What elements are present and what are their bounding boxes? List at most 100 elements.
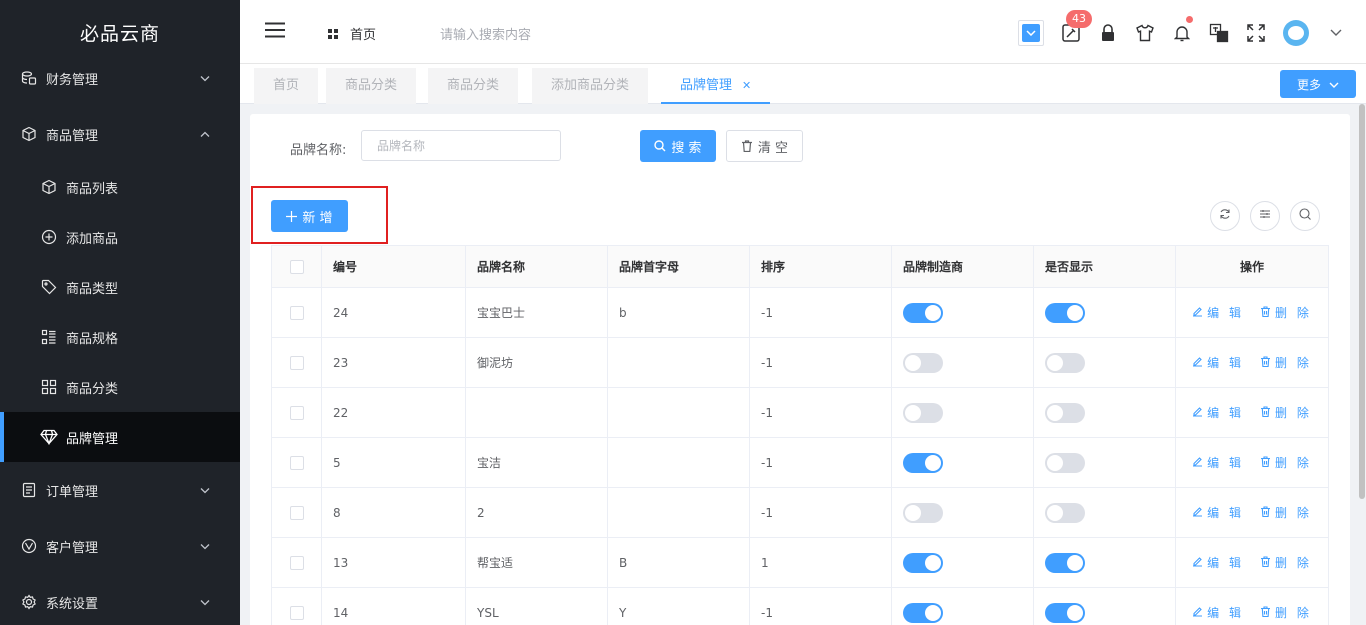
manufacturer-toggle[interactable] bbox=[903, 502, 943, 523]
tab-brand-management[interactable]: 品牌管理 ✕ bbox=[661, 68, 771, 104]
chevron-down-icon[interactable] bbox=[1326, 23, 1346, 43]
sidebar-item-label: 财务管理 bbox=[46, 72, 99, 88]
column-settings-button[interactable] bbox=[1250, 201, 1280, 231]
tools-icon[interactable]: 43 bbox=[1061, 10, 1092, 43]
manufacturer-toggle[interactable] bbox=[903, 602, 943, 623]
row-checkbox[interactable] bbox=[289, 505, 304, 520]
sidebar-item-orders[interactable]: 订单管理 bbox=[0, 462, 240, 518]
row-checkbox[interactable] bbox=[289, 455, 304, 470]
table-row: 24 宝宝巴士 b -1 编 辑 删 除 bbox=[271, 287, 1329, 338]
trash-icon bbox=[1260, 305, 1275, 320]
show-toggle[interactable] bbox=[1045, 552, 1085, 573]
close-icon[interactable]: ✕ bbox=[742, 79, 751, 92]
tab-home[interactable]: 首页 bbox=[254, 68, 319, 104]
select-all-checkbox[interactable] bbox=[289, 259, 304, 274]
sidebar-item-customers[interactable]: 客户管理 bbox=[0, 518, 240, 574]
search-button[interactable]: 搜 索 bbox=[640, 130, 716, 162]
row-checkbox[interactable] bbox=[289, 555, 304, 570]
cell-id: 14 bbox=[321, 587, 466, 625]
edit-button[interactable]: 编 辑 bbox=[1192, 354, 1244, 371]
tab-add-product-category[interactable]: 添加商品分类 bbox=[532, 68, 649, 104]
trash-icon bbox=[1260, 455, 1275, 470]
tabs-bar: 首页 商品分类 商品分类 添加商品分类 品牌管理 ✕ 更多 bbox=[240, 64, 1366, 104]
delete-button[interactable]: 删 除 bbox=[1260, 304, 1312, 321]
delete-button[interactable]: 删 除 bbox=[1260, 354, 1312, 371]
scrollbar-thumb[interactable] bbox=[1359, 104, 1365, 499]
chevron-up-icon bbox=[200, 127, 210, 142]
edit-button[interactable]: 编 辑 bbox=[1192, 504, 1244, 521]
lock-icon[interactable] bbox=[1098, 23, 1118, 43]
edit-label: 编 辑 bbox=[1207, 406, 1244, 420]
sidebar-item-product-list[interactable]: 商品列表 bbox=[0, 162, 240, 212]
delete-button[interactable]: 删 除 bbox=[1260, 604, 1312, 621]
manufacturer-toggle[interactable] bbox=[903, 302, 943, 323]
manufacturer-toggle[interactable] bbox=[903, 452, 943, 473]
menu-toggle-icon[interactable] bbox=[265, 22, 285, 40]
tab-product-category[interactable]: 商品分类 bbox=[326, 68, 417, 104]
sidebar-item-product-category[interactable]: 商品分类 bbox=[0, 362, 240, 412]
delete-button[interactable]: 删 除 bbox=[1260, 404, 1312, 421]
cell-manufacturer bbox=[891, 537, 1034, 588]
sidebar-item-product-type[interactable]: 商品类型 bbox=[0, 262, 240, 312]
cell-actions: 编 辑删 除 bbox=[1175, 287, 1329, 338]
manufacturer-toggle[interactable] bbox=[903, 552, 943, 573]
show-toggle[interactable] bbox=[1045, 402, 1085, 423]
refresh-button[interactable] bbox=[1210, 201, 1240, 231]
show-toggle[interactable] bbox=[1045, 352, 1085, 373]
table-row: 13 帮宝适 B 1 编 辑 删 除 bbox=[271, 537, 1329, 588]
shirt-icon[interactable] bbox=[1135, 23, 1155, 43]
edit-button[interactable]: 编 辑 bbox=[1192, 554, 1244, 571]
delete-button[interactable]: 删 除 bbox=[1260, 504, 1312, 521]
show-toggle[interactable] bbox=[1045, 502, 1085, 523]
sidebar-item-brand-management[interactable]: 品牌管理 bbox=[0, 412, 240, 462]
translate-icon[interactable] bbox=[1209, 23, 1229, 43]
sidebar-item-settings[interactable]: 系统设置 bbox=[0, 574, 240, 625]
search-icon bbox=[654, 140, 666, 152]
delete-button[interactable]: 删 除 bbox=[1260, 454, 1312, 471]
bell-icon[interactable] bbox=[1172, 16, 1193, 43]
sidebar-item-add-product[interactable]: 添加商品 bbox=[0, 212, 240, 262]
manufacturer-toggle[interactable] bbox=[903, 402, 943, 423]
cell-sort: -1 bbox=[749, 337, 892, 388]
cell-sort: -1 bbox=[749, 387, 892, 438]
row-checkbox[interactable] bbox=[289, 355, 304, 370]
edit-button[interactable]: 编 辑 bbox=[1192, 454, 1244, 471]
tag-icon bbox=[40, 278, 58, 296]
row-select-cell bbox=[271, 587, 322, 625]
delete-button[interactable]: 删 除 bbox=[1260, 554, 1312, 571]
sidebar-item-finance[interactable]: 财务管理 bbox=[0, 50, 240, 106]
toggle-search-button[interactable] bbox=[1290, 201, 1320, 231]
edit-label: 编 辑 bbox=[1207, 456, 1244, 470]
edit-button[interactable]: 编 辑 bbox=[1192, 404, 1244, 421]
col-header-id: 编号 bbox=[321, 245, 466, 288]
add-button-label: 新 增 bbox=[302, 210, 333, 226]
global-search-input[interactable]: 请输入搜索内容 bbox=[440, 24, 531, 43]
add-brand-button[interactable]: 新 增 bbox=[271, 200, 348, 232]
clear-button[interactable]: 清 空 bbox=[726, 130, 803, 162]
tab-product-category-2[interactable]: 商品分类 bbox=[428, 68, 519, 104]
brand-name-input[interactable] bbox=[361, 130, 561, 161]
home-breadcrumb[interactable]: 首页 bbox=[328, 24, 376, 43]
manufacturer-toggle[interactable] bbox=[903, 352, 943, 373]
show-toggle[interactable] bbox=[1045, 302, 1085, 323]
edit-button[interactable]: 编 辑 bbox=[1192, 304, 1244, 321]
trash-icon bbox=[1260, 405, 1275, 420]
theme-select-icon[interactable] bbox=[1018, 20, 1044, 46]
cell-show bbox=[1033, 587, 1176, 625]
fullscreen-icon[interactable] bbox=[1246, 23, 1266, 43]
user-avatar[interactable] bbox=[1283, 20, 1309, 46]
row-checkbox[interactable] bbox=[289, 605, 304, 620]
show-toggle[interactable] bbox=[1045, 452, 1085, 473]
row-checkbox[interactable] bbox=[289, 405, 304, 420]
show-toggle[interactable] bbox=[1045, 602, 1085, 623]
sidebar-item-product-spec[interactable]: 商品规格 bbox=[0, 312, 240, 362]
more-tabs-button[interactable]: 更多 bbox=[1280, 70, 1356, 98]
cell-id: 13 bbox=[321, 537, 466, 588]
cell-sort: 1 bbox=[749, 537, 892, 588]
page-scrollbar[interactable] bbox=[1358, 104, 1366, 625]
sidebar-item-products[interactable]: 商品管理 bbox=[0, 106, 240, 162]
col-header-manufacturer: 品牌制造商 bbox=[891, 245, 1034, 288]
row-select-cell bbox=[271, 537, 322, 588]
edit-button[interactable]: 编 辑 bbox=[1192, 604, 1244, 621]
row-checkbox[interactable] bbox=[289, 305, 304, 320]
